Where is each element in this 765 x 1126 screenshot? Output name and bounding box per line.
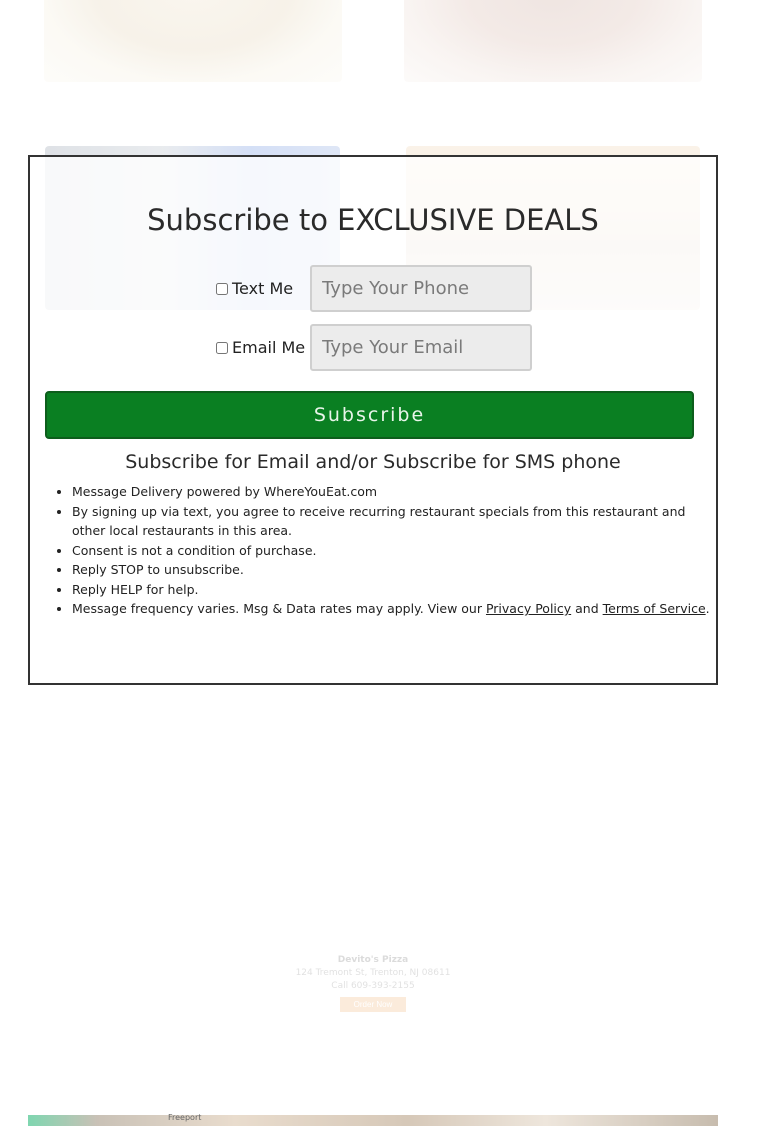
subscribe-title: Subscribe to EXCLUSIVE DEALS xyxy=(147,203,599,237)
text-me-label: Text Me xyxy=(232,279,294,298)
restaurant-address: 124 Tremont St, Trenton, NJ 08611 xyxy=(295,968,451,978)
email-me-label: Email Me xyxy=(232,338,306,357)
order-now-button[interactable]: Order Now xyxy=(339,997,407,1012)
list-item: Message frequency varies. Msg & Data rat… xyxy=(72,599,712,619)
pizza-photo xyxy=(44,0,342,82)
list-item: By signing up via text, you agree to rec… xyxy=(72,502,712,541)
text-me-row: Text Me xyxy=(216,265,533,312)
list-item: Reply HELP for help. xyxy=(72,580,712,600)
list-item: Consent is not a condition of purchase. xyxy=(72,541,712,561)
subscribe-subtitle: Subscribe for Email and/or Subscribe for… xyxy=(125,451,621,473)
terms-list: Message Delivery powered by WhereYouEat.… xyxy=(52,482,712,619)
email-me-checkbox[interactable] xyxy=(216,341,228,354)
map[interactable]: Freeport xyxy=(28,1113,718,1126)
email-me-row: Email Me xyxy=(216,324,533,371)
subscribe-panel: Subscribe to EXCLUSIVE DEALS Text Me Ema… xyxy=(28,155,718,685)
restaurant-name: Devito's Pizza xyxy=(337,955,409,965)
privacy-policy-link[interactable]: Privacy Policy xyxy=(486,601,571,616)
pizza-photo xyxy=(404,0,702,82)
list-item: Message Delivery powered by WhereYouEat.… xyxy=(72,482,712,502)
subscribe-button[interactable]: Subscribe xyxy=(45,391,694,439)
period-text: . xyxy=(705,601,710,616)
text-me-checkbox[interactable] xyxy=(216,282,228,295)
and-text: and xyxy=(571,601,603,616)
map-label: Freeport xyxy=(168,1113,202,1122)
phone-input[interactable] xyxy=(310,265,533,312)
restaurant-footer: Devito's Pizza 124 Tremont St, Trenton, … xyxy=(0,955,746,1012)
terms-of-service-link[interactable]: Terms of Service xyxy=(603,601,706,616)
restaurant-phone: Call 609-393-2155 xyxy=(331,981,415,991)
list-item: Reply STOP to unsubscribe. xyxy=(72,560,712,580)
email-input[interactable] xyxy=(310,324,533,371)
message-frequency-text: Message frequency varies. Msg & Data rat… xyxy=(72,601,486,616)
